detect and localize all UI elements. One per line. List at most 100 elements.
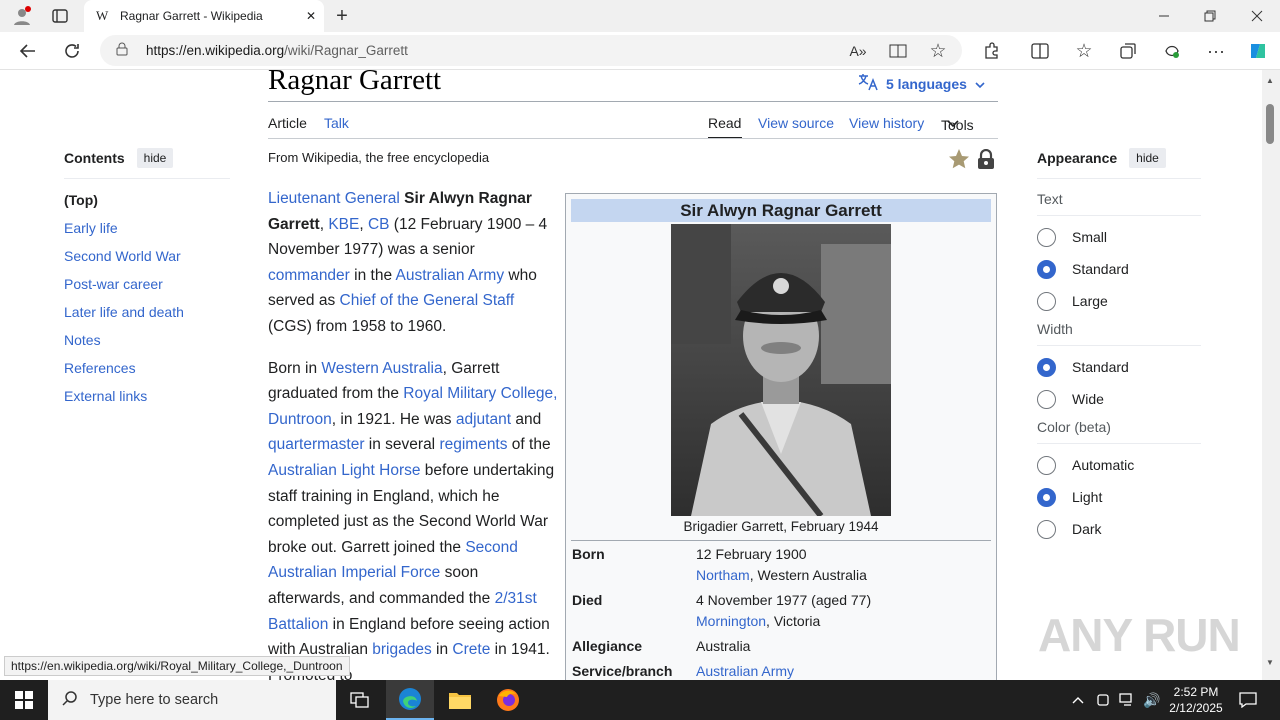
color-dark[interactable]: Dark xyxy=(1037,513,1201,545)
link[interactable]: CB xyxy=(368,216,390,233)
link[interactable]: Australian Army xyxy=(396,267,505,284)
link[interactable]: regiments xyxy=(439,436,507,453)
link[interactable]: Second Australian Imperial Force xyxy=(268,539,518,582)
link[interactable]: Royal Military College, Duntroon xyxy=(268,385,557,428)
read-aloud-icon[interactable]: A» xyxy=(842,35,874,67)
file-explorer-icon[interactable] xyxy=(436,680,484,720)
collections-icon[interactable] xyxy=(1112,35,1144,67)
link[interactable]: brigades xyxy=(372,641,431,658)
radio-standard-selected[interactable] xyxy=(1037,259,1056,279)
text-size-standard[interactable]: Standard xyxy=(1037,253,1201,285)
link[interactable]: Crete xyxy=(452,641,490,658)
back-button[interactable] xyxy=(12,35,44,67)
url-text: https://en.wikipedia.org/wiki/Ragnar_Gar… xyxy=(146,43,408,58)
tab-view-history[interactable]: View history xyxy=(849,115,924,131)
born-value: 12 February 1900 Northam, Western Austra… xyxy=(696,546,867,583)
link[interactable]: Australian Light Horse xyxy=(268,462,421,479)
close-window-button[interactable] xyxy=(1237,0,1277,32)
tab-view-source[interactable]: View source xyxy=(758,115,834,131)
tab-talk[interactable]: Talk xyxy=(324,115,349,131)
settings-more-icon[interactable]: ··· xyxy=(1200,35,1232,67)
toc-item-top[interactable]: (Top) xyxy=(64,192,230,209)
toc-item-early-life[interactable]: Early life xyxy=(64,220,230,237)
table-of-contents: Contents hide (Top) Early life Second Wo… xyxy=(64,148,230,405)
close-tab-icon[interactable]: ✕ xyxy=(306,9,316,23)
radio-large[interactable] xyxy=(1037,291,1056,311)
toc-item-later-life[interactable]: Later life and death xyxy=(64,304,230,321)
radio-width-standard-selected[interactable] xyxy=(1037,357,1056,377)
taskbar-search-box[interactable]: Type here to search xyxy=(48,680,336,720)
system-clock[interactable]: 2:52 PM 2/12/2025 xyxy=(1168,684,1224,716)
url-bar[interactable]: https://en.wikipedia.org/wiki/Ragnar_Gar… xyxy=(100,35,962,66)
toc-item-notes[interactable]: Notes xyxy=(64,332,230,349)
favorites-icon[interactable]: ☆ xyxy=(1068,35,1100,67)
radio-automatic[interactable] xyxy=(1037,455,1056,475)
refresh-button[interactable] xyxy=(56,35,88,67)
toc-item-references[interactable]: References xyxy=(64,360,230,377)
text-size-large[interactable]: Large xyxy=(1037,285,1201,317)
link[interactable]: commander xyxy=(268,267,350,284)
show-hidden-icons[interactable] xyxy=(1066,680,1090,720)
favorite-star-icon[interactable]: ☆ xyxy=(922,35,954,67)
link[interactable]: 2/31st Battalion xyxy=(268,590,537,633)
network-icon[interactable] xyxy=(1114,680,1140,720)
tab-read[interactable]: Read xyxy=(708,115,741,131)
toc-item-external-links[interactable]: External links xyxy=(64,388,230,405)
color-automatic[interactable]: Automatic xyxy=(1037,449,1201,481)
radio-dark[interactable] xyxy=(1037,519,1056,539)
scroll-up-icon[interactable]: ▲ xyxy=(1266,76,1274,85)
width-wide[interactable]: Wide xyxy=(1037,383,1201,415)
notifications-icon[interactable] xyxy=(1228,680,1268,720)
browser-essentials-icon[interactable] xyxy=(1156,35,1188,67)
link[interactable]: Western Australia xyxy=(321,360,442,377)
link[interactable]: adjutant xyxy=(456,411,511,428)
link[interactable]: Chief of the General Staff xyxy=(340,292,515,309)
link-northam[interactable]: Northam xyxy=(696,567,750,583)
task-view-icon[interactable] xyxy=(336,680,384,720)
minimize-button[interactable] xyxy=(1144,0,1184,32)
radio-light-selected[interactable] xyxy=(1037,487,1056,507)
languages-button[interactable]: 5 languages xyxy=(858,73,985,94)
restore-button[interactable] xyxy=(1190,0,1230,32)
radio-width-wide[interactable] xyxy=(1037,389,1056,409)
scrollbar-thumb[interactable] xyxy=(1266,104,1274,144)
translate-icon xyxy=(858,73,878,94)
text-size-small[interactable]: Small xyxy=(1037,221,1201,253)
appearance-hide-button[interactable]: hide xyxy=(1129,148,1166,168)
toc-item-post-war-career[interactable]: Post-war career xyxy=(64,276,230,293)
copilot-icon[interactable] xyxy=(1242,35,1274,67)
link[interactable]: KBE xyxy=(328,216,359,233)
extensions-icon[interactable] xyxy=(975,35,1007,67)
immersive-reader-icon[interactable] xyxy=(882,35,914,67)
appearance-panel: Appearance hide Text Small Standard Larg… xyxy=(1037,148,1201,545)
security-icon[interactable] xyxy=(1092,680,1114,720)
split-screen-icon[interactable] xyxy=(1024,35,1056,67)
tab-article[interactable]: Article xyxy=(268,115,307,131)
edge-taskbar-icon[interactable] xyxy=(386,680,434,720)
width-label: Width xyxy=(1037,321,1201,346)
portrait-photo[interactable] xyxy=(671,224,891,518)
radio-small[interactable] xyxy=(1037,227,1056,247)
tab-actions-icon[interactable] xyxy=(40,0,80,32)
volume-icon[interactable]: 🔊 xyxy=(1140,680,1164,720)
width-standard[interactable]: Standard xyxy=(1037,351,1201,383)
link[interactable]: quartermaster xyxy=(268,436,364,453)
page-title: Ragnar Garrett xyxy=(268,70,442,96)
link-mornington[interactable]: Mornington xyxy=(696,613,766,629)
firefox-icon[interactable] xyxy=(484,680,532,720)
start-button[interactable] xyxy=(0,680,48,720)
tools-menu[interactable]: Tools xyxy=(941,115,974,133)
vertical-scrollbar[interactable]: ▲ ▼ xyxy=(1262,70,1280,680)
scroll-down-icon[interactable]: ▼ xyxy=(1266,658,1274,667)
new-tab-button[interactable]: + xyxy=(322,0,362,32)
anyrun-watermark: ANY RUN xyxy=(1038,609,1241,661)
profile-icon[interactable] xyxy=(2,0,42,32)
toc-item-second-world-war[interactable]: Second World War xyxy=(64,248,230,265)
lock-icon xyxy=(116,42,128,59)
link[interactable]: Lieutenant General xyxy=(268,190,400,207)
appearance-heading: Appearance xyxy=(1037,150,1118,166)
browser-tab-active[interactable]: W Ragnar Garrett - Wikipedia ✕ xyxy=(84,0,324,32)
toc-hide-button[interactable]: hide xyxy=(136,148,174,168)
color-light[interactable]: Light xyxy=(1037,481,1201,513)
link-australian-army[interactable]: Australian Army xyxy=(696,663,794,679)
